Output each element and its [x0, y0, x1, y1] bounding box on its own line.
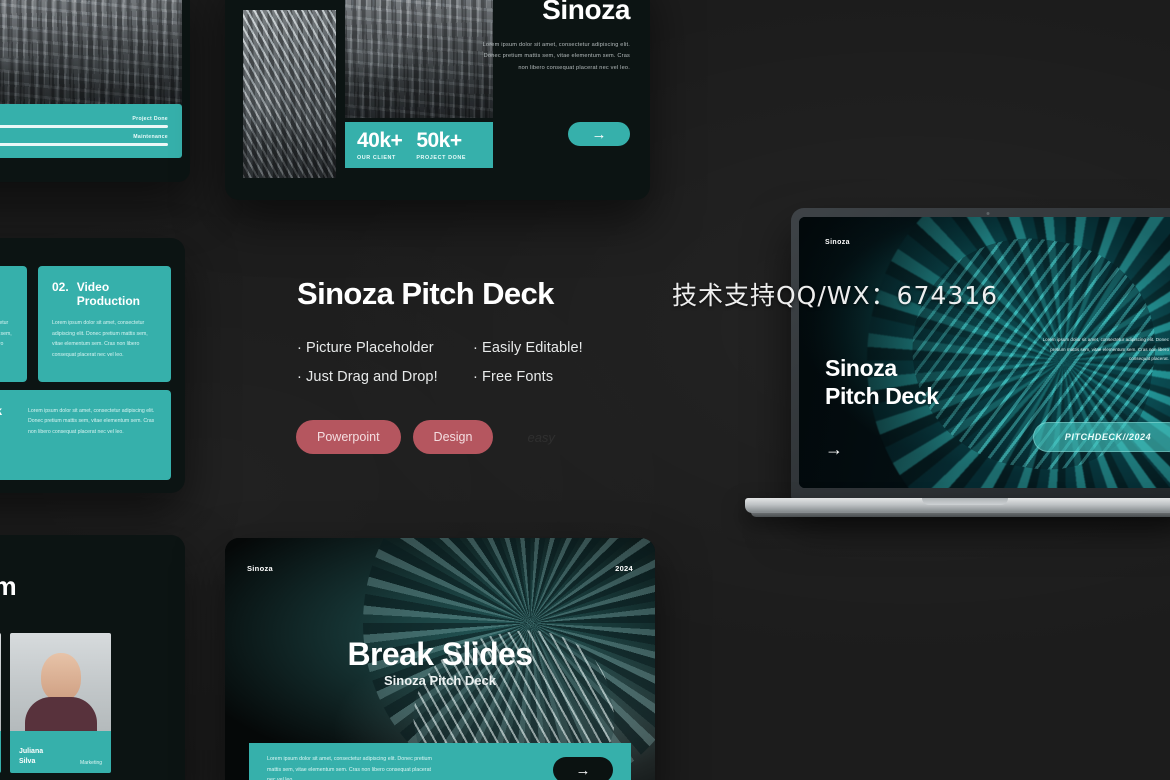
stat-number: 40k+ — [357, 128, 403, 152]
stat-label: PROJECT DONE — [416, 154, 467, 161]
stat-block: 40k+ OUR CLIENT — [357, 128, 403, 161]
stat-label: OUR CLIENT — [357, 154, 396, 161]
card-our-team: Our Team Pedro Fernandes Director Julian… — [0, 535, 185, 780]
service-title: Video Production — [76, 280, 141, 309]
feature-item: · Just Drag and Drop! — [297, 369, 438, 385]
service-item-market-research: 01. Market Research Lorem ipsum dolor si… — [0, 266, 27, 382]
stat-block: 50k+ PROJECT DONE — [416, 130, 466, 161]
member-caption: Juliana Silva Marketing — [10, 731, 111, 773]
service-head: 02. Video Production — [52, 280, 157, 308]
arrow-right-icon: → — [575, 761, 591, 779]
card-services: 01. Market Research Lorem ipsum dolor si… — [0, 238, 185, 493]
member-role: Marketing — [80, 760, 102, 766]
laptop-mockup: Sinoza Sinoza Pitch Deck → Lorem ipsum d… — [745, 208, 1170, 530]
progress-track — [0, 125, 168, 128]
progress-bars: Project Done Maintenance — [0, 116, 168, 146]
break-year: 2024 — [615, 564, 633, 573]
service-head: 03. Pitch Deck Writing Lorem ipsum dolor… — [0, 404, 157, 437]
laptop-base-edge — [751, 512, 1170, 517]
break-brand: Sinoza — [247, 564, 273, 573]
tag-design[interactable]: Design — [412, 420, 494, 454]
service-title: Pitch Deck Writing — [0, 404, 2, 432]
arrow-right-icon: → — [591, 125, 607, 143]
screen-heading: Sinoza Pitch Deck — [825, 355, 939, 410]
screen-heading-line2: Pitch Deck — [825, 382, 939, 409]
tag-ghost-watermark: easy — [527, 429, 555, 445]
about-heading: About Us Sinoza — [454, 0, 630, 27]
arrow-right-icon: → — [825, 439, 843, 459]
feature-list: · Picture Placeholder · Easily Editable!… — [297, 340, 583, 385]
member-name: Juliana Silva — [19, 748, 44, 765]
service-head: 01. Market Research — [0, 280, 13, 308]
feature-item: · Picture Placeholder — [297, 340, 434, 356]
team-heading: Our Team — [0, 571, 17, 601]
tag-powerpoint[interactable]: Powerpoint — [296, 420, 401, 454]
break-subheading: Sinoza Pitch Deck — [384, 673, 496, 688]
webcam-icon — [986, 212, 990, 215]
service-item-video-production: 02. Video Production Lorem ipsum dolor s… — [38, 266, 171, 382]
progress-row: Project Done — [0, 116, 168, 128]
progress-caption: Project Done — [132, 116, 168, 122]
laptop-lid: Sinoza Sinoza Pitch Deck → Lorem ipsum d… — [791, 208, 1170, 500]
screen-brand: Sinoza — [825, 239, 850, 246]
screen-body: Lorem ipsum dolor sit amet, consectetur … — [1042, 337, 1169, 362]
screen-badge: PITCHDECK//2024 — [1033, 422, 1170, 452]
service-number: 02. — [52, 280, 69, 294]
service-body: Lorem ipsum dolor sit amet, consectetur … — [52, 320, 148, 358]
tag-row: Powerpoint Design easy — [296, 420, 555, 454]
architecture-photo — [243, 10, 336, 178]
service-body: Lorem ipsum dolor sit amet, consectetur … — [0, 320, 12, 348]
laptop-screen: Sinoza Sinoza Pitch Deck → Lorem ipsum d… — [799, 217, 1170, 488]
torso-shape — [24, 697, 97, 731]
member-photo — [10, 633, 111, 731]
about-body: Lorem ipsum dolor sit amet, consectetur … — [482, 42, 630, 71]
service-item-pitch-deck-writing: 03. Pitch Deck Writing Lorem ipsum dolor… — [0, 390, 171, 480]
screen-heading-line1: Sinoza — [825, 355, 897, 381]
stats-band: 40k+ OUR CLIENT Project Done Maintenance — [0, 104, 182, 158]
break-heading: Break Slides — [347, 636, 534, 672]
office-photo — [0, 0, 182, 108]
poster-canvas: 40k+ OUR CLIENT Project Done Maintenance… — [0, 0, 1170, 780]
watermark-text: 技术支持QQ/WX：674316 — [672, 281, 999, 310]
feature-item: · Free Fonts — [473, 369, 554, 385]
page-title: Sinoza Pitch Deck — [297, 276, 554, 311]
break-footer-band: Lorem ipsum dolor sit amet, consectetur … — [249, 743, 631, 780]
about-heading-line2: Sinoza — [542, 0, 630, 26]
face-shape — [40, 653, 81, 701]
card-about-us: 40k+ OUR CLIENT 50k+ PROJECT DONE About … — [225, 0, 650, 200]
member-photo — [0, 633, 1, 731]
team-member: Juliana Silva Marketing — [10, 633, 111, 773]
laptop-base — [745, 498, 1170, 513]
break-body: Lorem ipsum dolor sit amet, consectetur … — [267, 755, 432, 780]
card-break-slides: Sinoza 2024 Break Slides Sinoza Pitch De… — [225, 538, 655, 780]
service-body: Lorem ipsum dolor sit amet, consectetur … — [28, 408, 155, 435]
progress-caption: Maintenance — [133, 134, 168, 140]
progress-track — [0, 143, 168, 146]
stats-band: 40k+ OUR CLIENT 50k+ PROJECT DONE — [345, 122, 493, 168]
member-caption: Pedro Fernandes Director — [0, 731, 1, 773]
break-next-button[interactable]: → — [553, 757, 613, 780]
stat-number: 50k+ — [416, 128, 462, 152]
feature-item: · Easily Editable! — [473, 340, 583, 356]
about-next-button[interactable]: → — [568, 122, 630, 146]
progress-row: Maintenance — [0, 134, 168, 146]
card-stats-left: 40k+ OUR CLIENT Project Done Maintenance — [0, 0, 190, 182]
team-member: Pedro Fernandes Director — [0, 633, 1, 773]
